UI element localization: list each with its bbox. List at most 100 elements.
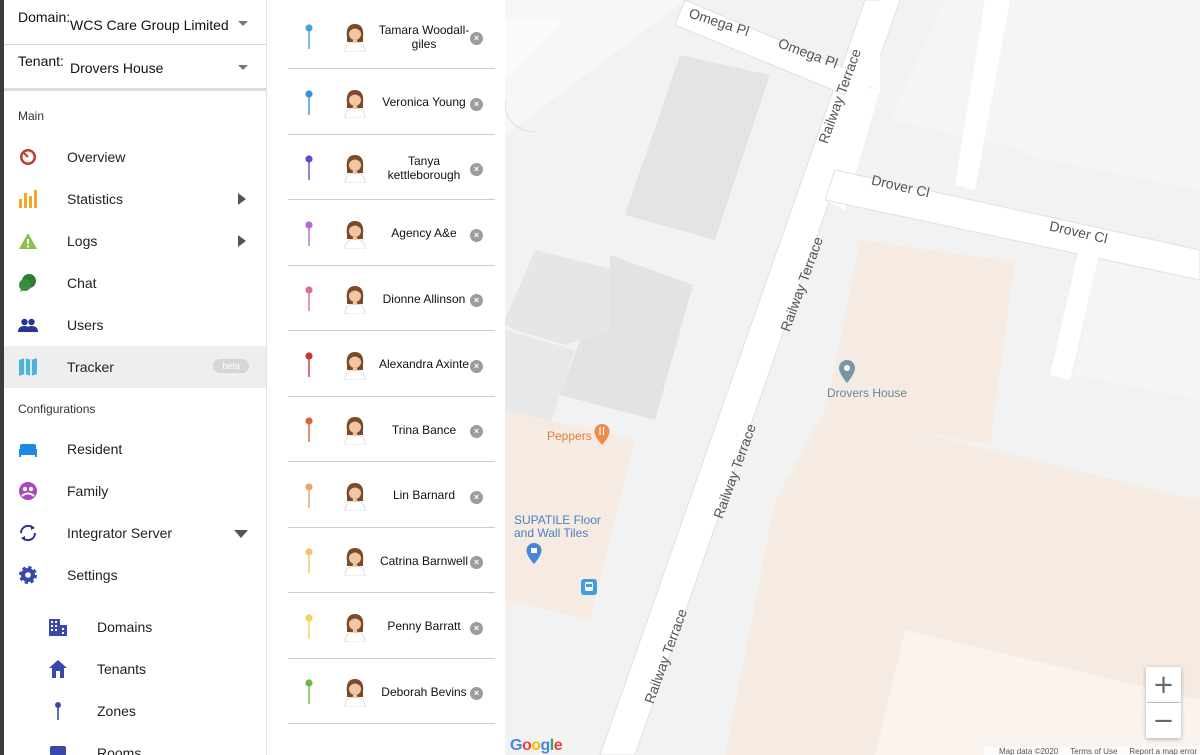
avatar-icon bbox=[343, 415, 367, 446]
google-letter: g bbox=[540, 737, 551, 754]
avatar-icon bbox=[343, 22, 367, 53]
sidebar-item-label: Overview bbox=[67, 149, 126, 165]
person-row[interactable]: Lin Barnard × bbox=[288, 463, 495, 528]
person-name: Penny Barratt bbox=[387, 619, 461, 633]
chat-icon bbox=[18, 273, 38, 293]
avatar-icon bbox=[343, 546, 367, 577]
google-logo[interactable]: Google bbox=[510, 737, 563, 755]
chevron-right-icon bbox=[238, 235, 246, 247]
sidebar-item-users[interactable]: Users bbox=[4, 304, 266, 346]
close-icon[interactable]: × bbox=[470, 621, 483, 635]
sidebar-item-resident[interactable]: Resident bbox=[4, 428, 266, 470]
sidebar-item-label: Domains bbox=[97, 619, 153, 635]
sidebar-item-logs[interactable]: Logs bbox=[4, 220, 266, 262]
section-header-main: Main bbox=[18, 109, 45, 123]
person-row[interactable]: Alexandra Axinte × bbox=[288, 332, 495, 397]
report-error-link[interactable]: Report a map error bbox=[1129, 747, 1197, 755]
close-icon[interactable]: × bbox=[470, 425, 483, 438]
map-pin-icon bbox=[305, 613, 313, 640]
map-pin-icon bbox=[305, 155, 313, 181]
map-view[interactable]: Omega Pl Omega Pl Railway Terrace Railwa… bbox=[505, 0, 1200, 755]
sidebar-item-label: Settings bbox=[67, 567, 118, 583]
close-icon[interactable]: × bbox=[470, 556, 483, 569]
warning-icon bbox=[18, 231, 38, 251]
tenant-label: Tenant: bbox=[18, 53, 64, 69]
sidebar-item-label: Tenants bbox=[97, 661, 147, 677]
map-pin-icon bbox=[305, 24, 313, 50]
sidebar-item-zones[interactable]: Zones bbox=[4, 690, 266, 732]
person-row[interactable]: Agency A&e × bbox=[288, 201, 495, 266]
place-label-drovers-house[interactable]: Drovers House bbox=[827, 386, 907, 400]
person-name: Alexandra Axinte bbox=[378, 357, 470, 371]
person-row[interactable]: Catrina Barnwell × bbox=[288, 528, 495, 593]
person-row[interactable]: Dionne Allinson × bbox=[288, 266, 495, 331]
sidebar-item-label: Rooms bbox=[97, 745, 142, 755]
person-row[interactable]: Penny Barratt × bbox=[288, 594, 495, 659]
sidebar-item-chat[interactable]: Chat bbox=[4, 262, 266, 304]
person-row[interactable]: Trina Bance × bbox=[288, 397, 495, 462]
avatar-icon bbox=[343, 153, 367, 184]
map-pin-icon bbox=[305, 482, 313, 509]
people-list: Tamara Woodall-giles × Veronica Young × Tany… bbox=[267, 0, 505, 755]
close-icon[interactable]: × bbox=[470, 163, 483, 176]
tenant-selector[interactable]: Tenant: Drovers House bbox=[4, 45, 266, 91]
gear-icon bbox=[18, 565, 38, 585]
sidebar-item-settings[interactable]: Settings bbox=[4, 554, 266, 596]
domain-selector[interactable]: Domain: WCS Care Group Limited bbox=[4, 1, 266, 45]
person-row[interactable]: Deborah Bevins × bbox=[288, 659, 495, 724]
sidebar-item-statistics[interactable]: Statistics bbox=[4, 178, 266, 220]
google-letter: e bbox=[553, 737, 563, 754]
sidebar-item-tenants[interactable]: Tenants bbox=[4, 648, 266, 690]
sidebar-item-label: Resident bbox=[67, 441, 123, 457]
sidebar-item-domains[interactable]: Domains bbox=[4, 606, 266, 648]
person-row[interactable]: Veronica Young × bbox=[288, 70, 495, 135]
person-name: Deborah Bevins bbox=[381, 684, 467, 699]
bar-chart-icon bbox=[18, 189, 38, 209]
map-data-text: Map data ©2020 bbox=[999, 747, 1059, 755]
domain-label: Domain: bbox=[18, 9, 71, 25]
sidebar-item-integrator-server[interactable]: Integrator Server bbox=[4, 512, 266, 554]
sidebar-item-label: Tracker bbox=[67, 359, 114, 375]
close-icon[interactable]: × bbox=[470, 97, 483, 111]
person-name: Tamara Woodall-giles bbox=[378, 22, 470, 51]
close-icon[interactable]: × bbox=[470, 490, 483, 504]
map-pin-icon bbox=[305, 220, 313, 247]
sync-icon bbox=[18, 523, 38, 543]
close-icon[interactable]: × bbox=[470, 228, 483, 242]
person-row[interactable] bbox=[288, 725, 495, 755]
zoom-out-button[interactable]: − bbox=[1146, 703, 1181, 738]
sidebar-item-tracker[interactable]: Tracker beta bbox=[4, 346, 266, 388]
zoom-in-button[interactable]: + bbox=[1146, 667, 1181, 702]
chevron-down-icon bbox=[238, 65, 248, 70]
person-name: Catrina Barnwell bbox=[379, 553, 469, 568]
sidebar-item-label: Logs bbox=[67, 233, 98, 249]
sidebar-item-overview[interactable]: Overview bbox=[4, 136, 266, 178]
close-icon[interactable]: × bbox=[470, 687, 483, 700]
chevron-down-icon bbox=[234, 530, 248, 538]
home-icon bbox=[48, 659, 68, 679]
close-icon[interactable]: × bbox=[470, 294, 483, 307]
place-label-peppers[interactable]: Peppers bbox=[547, 429, 592, 443]
sidebar-item-label: Chat bbox=[67, 275, 97, 291]
google-letter: G bbox=[510, 737, 522, 754]
person-name: Trina Bance bbox=[391, 422, 457, 437]
sidebar-item-rooms[interactable]: Rooms bbox=[4, 732, 266, 755]
bus-stop-icon[interactable] bbox=[581, 579, 597, 595]
place-label-supatile[interactable]: SUPATILE Floor and Wall Tiles bbox=[514, 514, 601, 540]
map-pin-icon bbox=[305, 351, 313, 378]
person-name: Tanya kettleborough bbox=[387, 153, 461, 182]
sidebar-item-label: Zones bbox=[97, 703, 136, 719]
tenant-value: Drovers House bbox=[70, 60, 164, 76]
person-row[interactable]: Tanya kettleborough × bbox=[288, 135, 495, 200]
section-header-configurations: Configurations bbox=[18, 402, 96, 416]
avatar-icon bbox=[343, 481, 367, 511]
google-letter: o bbox=[531, 737, 541, 754]
bed-icon bbox=[18, 439, 38, 459]
map-icon bbox=[18, 357, 38, 377]
person-row[interactable]: Tamara Woodall-giles × bbox=[288, 4, 495, 69]
sidebar-item-family[interactable]: Family bbox=[4, 470, 266, 512]
map-pin-icon bbox=[305, 548, 313, 574]
terms-link[interactable]: Terms of Use bbox=[1070, 747, 1117, 755]
close-icon[interactable]: × bbox=[470, 32, 483, 45]
close-icon[interactable]: × bbox=[470, 359, 483, 373]
